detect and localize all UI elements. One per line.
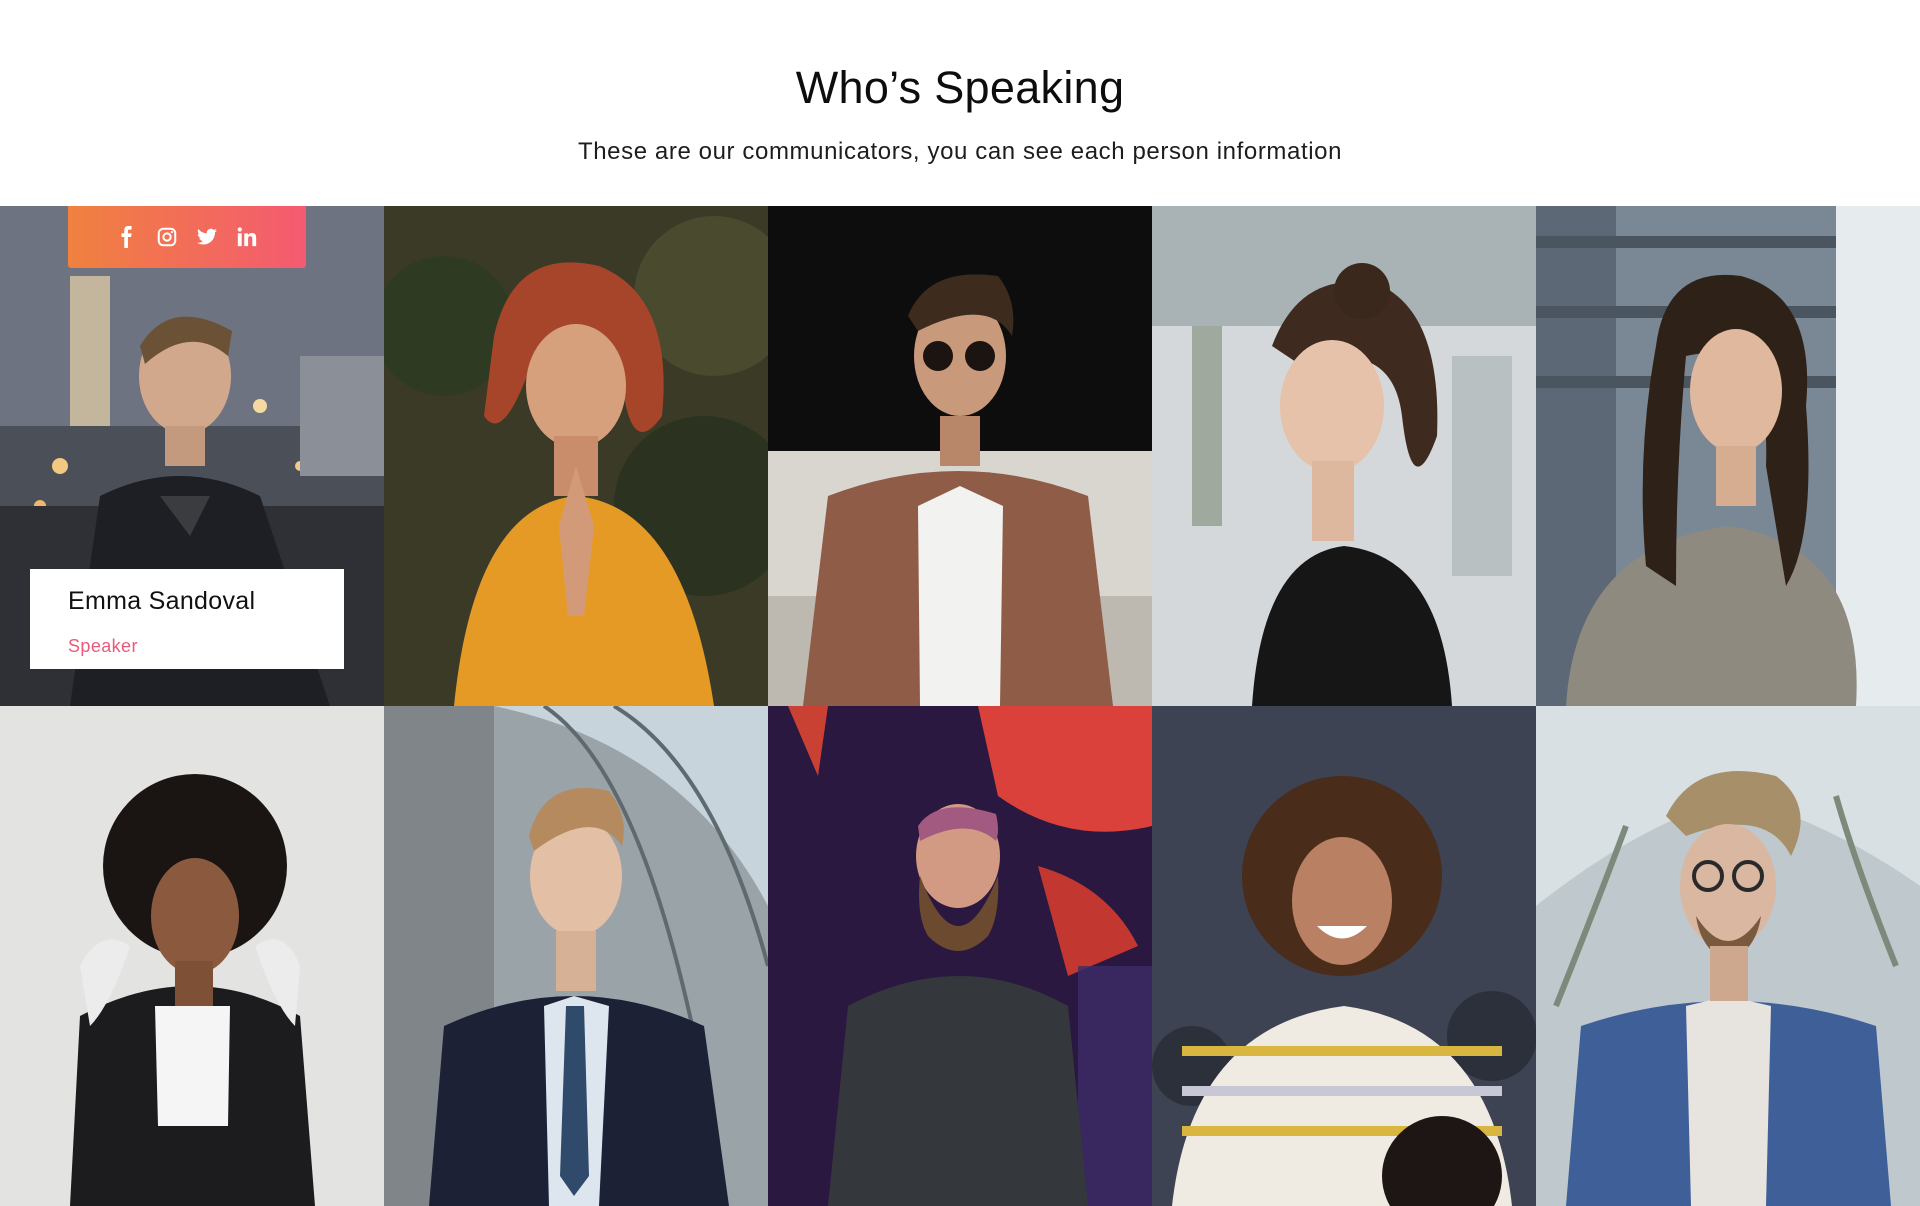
- speaker-info-card: Emma Sandoval Speaker: [30, 569, 344, 669]
- speaker-card[interactable]: [0, 706, 384, 1206]
- speaker-photo: [384, 706, 768, 1206]
- section-header: Who’s Speaking These are our communicato…: [0, 0, 1920, 206]
- speaker-photo: [1152, 706, 1536, 1206]
- section-title: Who’s Speaking: [795, 62, 1125, 113]
- facebook-icon[interactable]: [115, 225, 139, 249]
- speaker-card[interactable]: [1152, 206, 1536, 706]
- instagram-icon[interactable]: [155, 225, 179, 249]
- speaker-card[interactable]: [384, 206, 768, 706]
- twitter-icon[interactable]: [195, 225, 219, 249]
- speaker-card[interactable]: [1152, 706, 1536, 1206]
- speaker-card[interactable]: [384, 706, 768, 1206]
- speaker-card[interactable]: Emma Sandoval Speaker: [0, 206, 384, 706]
- speaker-photo: [1536, 706, 1920, 1206]
- linkedin-icon[interactable]: [235, 225, 259, 249]
- speaker-card[interactable]: [1536, 706, 1920, 1206]
- speaker-role: Speaker: [68, 636, 138, 656]
- speaker-photo: [768, 206, 1152, 706]
- speaker-photo: [768, 706, 1152, 1206]
- speaker-grid: Emma Sandoval Speaker: [0, 206, 1920, 1206]
- speaker-photo: [0, 706, 384, 1206]
- speaker-photo: [1536, 206, 1920, 706]
- speaker-photo: [1152, 206, 1536, 706]
- speaker-card[interactable]: [1536, 206, 1920, 706]
- speaker-card[interactable]: [768, 706, 1152, 1206]
- speaker-name: Emma Sandoval: [68, 587, 256, 615]
- speaker-card[interactable]: [768, 206, 1152, 706]
- section-subtitle: These are our communicators, you can see…: [577, 138, 1343, 165]
- social-links-bar: [68, 206, 306, 268]
- speaker-photo: [384, 206, 768, 706]
